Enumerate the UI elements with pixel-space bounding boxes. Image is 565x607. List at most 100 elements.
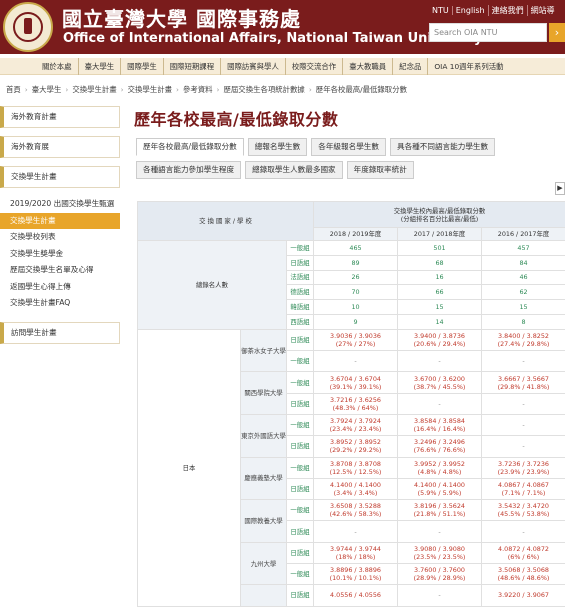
total-count-cell: 62	[481, 284, 565, 301]
total-count-cell: 16	[397, 269, 483, 286]
site-title-zh[interactable]: 國立臺灣大學 國際事務處	[62, 3, 301, 32]
top-link-english[interactable]: English	[451, 6, 488, 15]
tab-next-arrow-icon[interactable]: ▶	[555, 182, 565, 195]
score-percentile: (4.8% / 4.8%)	[417, 467, 462, 476]
score-cell: 3.9080 / 3.9080 (23.5% / 23.5%)	[397, 541, 483, 565]
total-count-cell: 89	[313, 254, 399, 271]
tab-tabs_row1-3[interactable]: 具各種不同語言能力學生數	[390, 138, 496, 156]
score-percentile: (20.6% / 29.4%)	[413, 339, 466, 348]
search-input[interactable]: Search OIA NTU	[429, 23, 547, 42]
university-name[interactable]	[240, 584, 287, 607]
university-name[interactable]: 慶應義塾大學	[240, 456, 287, 501]
score-percentile: (3.4% / 3.4%)	[333, 489, 378, 497]
university-name[interactable]: 關西學院大學	[240, 371, 287, 415]
score-cell: -	[397, 520, 483, 543]
main-nav-item[interactable]: 紀念品	[392, 58, 427, 75]
sidebar-block-exchange-program[interactable]: 交換學生計畫	[0, 166, 120, 188]
group-label: 德語組	[285, 284, 315, 301]
breadcrumb-item[interactable]: 首頁	[6, 85, 21, 94]
main-nav-item[interactable]: 國際訪賓與學人	[220, 58, 285, 75]
breadcrumb-separator: ›	[24, 85, 28, 94]
tab-tabs_row1-1[interactable]: 總報名學生數	[247, 138, 308, 156]
tab-tabs_row2-2[interactable]: 年度錄取率統計	[346, 161, 414, 179]
main-nav-item[interactable]: 臺大學生	[77, 58, 121, 75]
score-cell: 3.9036 / 3.9036 (27% / 27%)	[313, 328, 399, 352]
group-label: 法語組	[285, 269, 315, 286]
breadcrumb-item[interactable]: 參考資料	[183, 85, 213, 94]
score-percentile: (45.5% / 53.8%)	[497, 510, 550, 519]
score-percentile: (7.1% / 7.1%)	[501, 489, 546, 497]
total-count-cell: 66	[397, 284, 483, 301]
sidebar-block-overseas-program[interactable]: 海外教育計畫	[0, 106, 120, 128]
university-name[interactable]: 九州大學	[240, 541, 287, 586]
score-cell: 3.8708 / 3.8708 (12.5% / 12.5%)	[313, 456, 399, 479]
column-header-score: 交換學生校內最高/最低錄取分數 (分組排名百分比最高/最低)	[313, 201, 565, 228]
university-name[interactable]: 御茶水女子大學	[240, 328, 287, 373]
tab-tabs_row2-0[interactable]: 各種語言能力參加學生程度	[136, 161, 242, 179]
score-value: 3.8896 / 3.8896	[330, 566, 381, 575]
score-cell: -	[481, 520, 565, 543]
sidebar-item[interactable]: 交換學生獎學金	[0, 246, 120, 263]
score-percentile: (21.8% / 51.1%)	[413, 510, 466, 519]
sidebar-item[interactable]: 交換學校列表	[0, 229, 120, 246]
score-cell: 3.8896 / 3.8896 (10.1% / 10.1%)	[313, 563, 399, 586]
group-label: 日語組	[285, 435, 315, 458]
score-percentile: (23.5% / 23.5%)	[413, 552, 466, 561]
sidebar-item[interactable]: 交換學生計畫FAQ	[0, 295, 120, 312]
score-value: 3.8196 / 3.5624	[414, 502, 465, 511]
score-value: -	[522, 399, 525, 408]
score-cell: 3.7600 / 3.7600 (28.9% / 28.9%)	[397, 563, 483, 586]
tab-tabs_row1-2[interactable]: 各年級報名學生數	[311, 138, 386, 156]
chevron-right-icon[interactable]: ›	[549, 23, 565, 42]
top-link-ntu[interactable]: NTU	[432, 6, 452, 15]
main-nav-item[interactable]: 校際交流合作	[284, 58, 342, 75]
breadcrumb-item[interactable]: 歷屆交換生各項統計數據	[224, 85, 305, 94]
group-label: 一般組	[285, 499, 315, 522]
university-name[interactable]: 東京外國語大學	[240, 413, 287, 458]
main-nav-item[interactable]: 國際短期課程	[162, 58, 220, 75]
score-value: -	[522, 357, 525, 366]
breadcrumb-item[interactable]: 交換學生計畫	[128, 85, 172, 94]
breadcrumb-item[interactable]: 歷年各校最高/最低錄取分數	[316, 85, 407, 94]
breadcrumb-separator: ›	[65, 85, 69, 94]
sidebar-item[interactable]: 返國學生心得上傳	[0, 279, 120, 296]
score-table: 交 換 國 家 / 學 校交換學生校內最高/最低錄取分數 (分組排名百分比最高/最…	[136, 201, 565, 607]
breadcrumb-item[interactable]: 交換學生計畫	[72, 85, 116, 94]
sidebar-item[interactable]: 交換學生計畫	[0, 212, 120, 229]
score-value: 3.6704 / 3.6704	[330, 374, 381, 383]
group-label: 日語組	[285, 541, 315, 565]
score-cell: 3.8196 / 3.5624 (21.8% / 51.1%)	[397, 499, 483, 522]
group-label: 一般組	[285, 456, 315, 479]
sidebar-item[interactable]: 歷屆交換學生名單及心得	[0, 262, 120, 279]
score-percentile: (12.5% / 12.5%)	[329, 467, 382, 476]
sidebar-item[interactable]: 2019/2020 出國交換學生甄選	[0, 196, 120, 213]
main-nav-item[interactable]: 關於本處	[36, 58, 78, 75]
main-nav-item[interactable]: OIA 10週年系列活動	[427, 58, 509, 75]
score-percentile: (42.6% / 58.3%)	[329, 510, 382, 519]
group-label: 日語組	[285, 392, 315, 415]
score-value: -	[438, 527, 441, 536]
university-name[interactable]: 國際教養大學	[240, 499, 287, 543]
main-nav-item[interactable]: 國際學生	[120, 58, 163, 75]
score-cell: -	[397, 350, 483, 373]
total-count-cell: 70	[313, 284, 399, 301]
breadcrumb-item[interactable]: 臺大學生	[32, 85, 62, 94]
top-link-contact[interactable]: 連絡我們	[487, 5, 527, 16]
top-links: NTU English 連絡我們 網站導	[432, 5, 558, 16]
total-count-cell: 46	[481, 269, 565, 286]
site-title-en[interactable]: Office of International Affairs, Nationa…	[63, 31, 482, 46]
year-header: 2016 / 2017年度	[481, 227, 565, 241]
ntu-logo[interactable]	[3, 2, 53, 52]
score-percentile: (28.9% / 28.9%)	[413, 574, 466, 583]
tab-tabs_row2-1[interactable]: 總錄取學生人數最多國家	[245, 161, 343, 179]
score-cell: 4.1400 / 4.1400 (5.9% / 5.9%)	[397, 477, 483, 501]
sidebar-block-overseas-fair[interactable]: 海外教育展	[0, 136, 120, 158]
stat-tabs: 歷年各校最高/最低錄取分數 總報名學生數 各年級報名學生數 具各種不同語言能力學生數 …	[136, 138, 565, 184]
score-value: -	[438, 399, 441, 408]
main-nav-item[interactable]: 臺大教職員	[342, 58, 392, 75]
top-link-sitemap[interactable]: 網站導	[526, 5, 558, 16]
tab-tabs_row1-0[interactable]: 歷年各校最高/最低錄取分數	[136, 138, 244, 156]
sidebar-block-visiting-student[interactable]: 訪問學生計畫	[0, 321, 120, 344]
score-cell: 3.7236 / 3.7236 (23.9% / 23.9%)	[481, 456, 565, 479]
score-percentile: (29.2% / 29.2%)	[329, 446, 382, 455]
